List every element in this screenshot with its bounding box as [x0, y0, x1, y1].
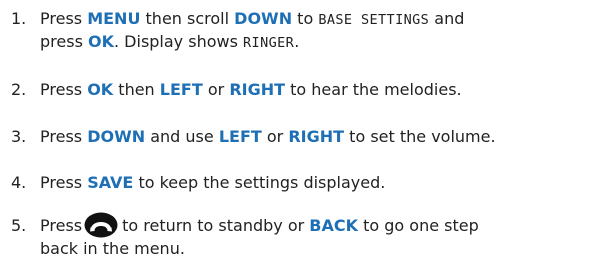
instruction-steps: 1. Press MENU then scroll DOWN to BASE SE…: [0, 0, 601, 261]
key-right: RIGHT: [288, 127, 345, 146]
step-2: 2. Press OK then LEFT or RIGHT to hear th…: [11, 80, 462, 99]
step-number: 1.: [11, 9, 27, 28]
step-5: 5. Press to return to standby or BACK to …: [11, 212, 596, 260]
key-left: LEFT: [218, 127, 262, 146]
key-ok: OK: [88, 32, 114, 51]
key-menu: MENU: [87, 9, 141, 28]
key-ok: OK: [87, 80, 114, 99]
key-right: RIGHT: [229, 80, 286, 99]
key-down: DOWN: [234, 9, 293, 28]
step-number: 3.: [11, 127, 27, 146]
key-back: BACK: [309, 216, 359, 235]
display-text-base-settings: BASE SETTINGS: [318, 12, 430, 28]
step-1: 1. Press MENU then scroll DOWN to BASE SE…: [11, 9, 465, 51]
step-number: 4.: [11, 173, 27, 192]
end-call-handset-icon: [84, 212, 118, 238]
key-down: DOWN: [87, 127, 146, 146]
step-number: 2.: [11, 80, 27, 99]
key-left: LEFT: [159, 80, 203, 99]
step-number: 5.: [11, 216, 27, 235]
step-4: 4. Press SAVE to keep the settings displa…: [11, 173, 386, 192]
display-text-ringer: RINGER: [243, 35, 295, 51]
step-3: 3. Press DOWN and use LEFT or RIGHT to se…: [11, 127, 496, 146]
key-save: SAVE: [87, 173, 134, 192]
